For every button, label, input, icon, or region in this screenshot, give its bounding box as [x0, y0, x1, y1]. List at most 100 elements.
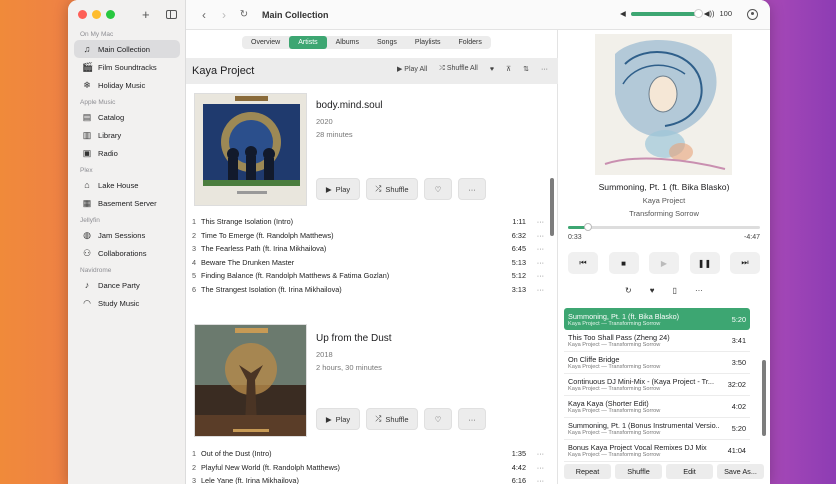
- track-row[interactable]: 2 Playful New World (ft. Randolph Matthew…: [192, 461, 544, 475]
- album-more-button[interactable]: ···: [458, 178, 486, 200]
- queue-item[interactable]: Continuous DJ Mini-Mix - (Kaya Project -…: [564, 374, 750, 396]
- album-play-button[interactable]: ▶ Play: [316, 408, 360, 430]
- sidebar-toggle-icon[interactable]: [166, 10, 177, 19]
- sidebar-item-lake-house[interactable]: ⌂ Lake House: [74, 176, 180, 194]
- now-playing-album[interactable]: Transforming Sorrow: [558, 209, 770, 218]
- more-options-icon[interactable]: ···: [541, 66, 548, 73]
- album-more-button[interactable]: ···: [458, 408, 486, 430]
- shuffle-all-button[interactable]: ⤮ Shuffle All: [439, 65, 478, 73]
- now-playing-artist[interactable]: Kaya Project: [558, 196, 770, 205]
- tab-albums[interactable]: Albums: [327, 36, 368, 49]
- track-duration: 1:11: [512, 217, 526, 227]
- speaker-loud-icon[interactable]: ◀)): [704, 9, 715, 18]
- album-title[interactable]: body.mind.soul: [316, 100, 383, 111]
- album-favorite-button[interactable]: ♡: [424, 408, 452, 430]
- queue-item-subtitle: Kaya Project — Transforming Sorrow: [568, 408, 661, 414]
- track-title: Lele Yane (ft. Irina Mikhailova): [201, 476, 299, 484]
- album-title[interactable]: Up from the Dust: [316, 333, 392, 344]
- more-options-icon[interactable]: ···: [526, 476, 544, 484]
- tab-songs[interactable]: Songs: [368, 36, 406, 49]
- more-options-icon[interactable]: ···: [526, 244, 544, 253]
- queue-item[interactable]: Bonus Kaya Project Vocal Remixes DJ Mix K…: [564, 440, 750, 462]
- minimize-window-button[interactable]: [92, 10, 101, 19]
- track-row[interactable]: 1 This Strange Isolation (Intro) 1:11 ···: [192, 215, 544, 229]
- track-row[interactable]: 1 Out of the Dust (Intro) 1:35 ···: [192, 447, 544, 461]
- track-row[interactable]: 6 The Strangest Isolation (ft. Irina Mikh…: [192, 283, 544, 297]
- more-options-icon[interactable]: ···: [526, 217, 544, 226]
- stop-button[interactable]: ■: [608, 252, 639, 274]
- account-icon[interactable]: [747, 9, 758, 20]
- sidebar-item-basement-server[interactable]: ▦ Basement Server: [74, 194, 180, 212]
- sidebar-item-dance-party[interactable]: ♪ Dance Party: [74, 276, 180, 294]
- queue-shuffle-button[interactable]: Shuffle: [615, 464, 662, 479]
- more-options-icon[interactable]: ···: [695, 286, 703, 295]
- tab-folders[interactable]: Folders: [450, 36, 491, 49]
- queue-edit-button[interactable]: Edit: [666, 464, 713, 479]
- queue-repeat-button[interactable]: Repeat: [564, 464, 611, 479]
- sidebar-item-jam-sessions[interactable]: ◍ Jam Sessions: [74, 226, 180, 244]
- next-track-button[interactable]: ⏭: [730, 252, 760, 274]
- album-shuffle-button[interactable]: ⤮ Shuffle: [366, 408, 418, 430]
- more-options-icon[interactable]: ···: [526, 449, 544, 458]
- sidebar-item-holiday-music[interactable]: ❄ Holiday Music: [74, 76, 180, 94]
- album-shuffle-button[interactable]: ⤮ Shuffle: [366, 178, 418, 200]
- album-cover-body-mind-soul[interactable]: [194, 93, 307, 206]
- volume-slider[interactable]: [630, 8, 703, 18]
- track-row[interactable]: 3 Lele Yane (ft. Irina Mikhailova) 6:16 ···: [192, 474, 544, 484]
- playback-progress-slider[interactable]: [568, 223, 760, 231]
- album-cover-up-from-the-dust[interactable]: [194, 324, 307, 437]
- sidebar-item-catalog[interactable]: ▤ Catalog: [74, 108, 180, 126]
- more-options-icon[interactable]: ···: [526, 285, 544, 294]
- sidebar-item-library[interactable]: ▥ Library: [74, 126, 180, 144]
- sidebar-item-label: Holiday Music: [98, 80, 146, 90]
- album-play-button[interactable]: ▶ Play: [316, 178, 360, 200]
- heart-icon[interactable]: ♥: [650, 286, 655, 295]
- remaining-time: -4:47: [744, 234, 760, 241]
- main-scrollbar[interactable]: [550, 178, 554, 236]
- tab-artists[interactable]: Artists: [289, 36, 327, 49]
- pause-button[interactable]: ❚❚: [689, 252, 720, 274]
- previous-track-button[interactable]: ⏮: [568, 252, 598, 274]
- more-options-icon[interactable]: ···: [526, 271, 544, 280]
- progress-knob[interactable]: [584, 223, 593, 231]
- track-row[interactable]: 4 Beware The Drunken Master 5:13 ···: [192, 256, 544, 270]
- queue-item[interactable]: On Cliffe Bridge Kaya Project — Transform…: [564, 352, 750, 374]
- mini-player-icon[interactable]: ▯: [673, 286, 677, 295]
- track-row[interactable]: 3 The Fearless Path (ft. Irina Mikhailova…: [192, 242, 544, 256]
- zoom-window-button[interactable]: [106, 10, 115, 19]
- queue-item[interactable]: Kaya Kaya (Shorter Edit) Kaya Project — T…: [564, 396, 750, 418]
- sidebar-item-film-soundtracks[interactable]: 🎬 Film Soundtracks: [74, 58, 180, 76]
- tab-playlists[interactable]: Playlists: [406, 36, 450, 49]
- queue-save-as-button[interactable]: Save As...: [717, 464, 764, 479]
- album-favorite-button[interactable]: ♡: [424, 178, 452, 200]
- track-row[interactable]: 2 Time To Emerge (ft. Randolph Matthews) 6…: [192, 229, 544, 243]
- sidebar-item-main-collection[interactable]: ♫ Main Collection: [74, 40, 180, 58]
- forward-button[interactable]: ›: [214, 8, 234, 22]
- queue-scrollbar[interactable]: [762, 360, 766, 436]
- more-options-icon[interactable]: ···: [526, 258, 544, 267]
- volume-knob[interactable]: [693, 8, 703, 18]
- queue-item[interactable]: This Too Shall Pass (Zheng 24) Kaya Proje…: [564, 330, 750, 352]
- track-row[interactable]: 5 Finding Balance (ft. Randolph Matthews …: [192, 269, 544, 283]
- track-number: 6: [192, 284, 197, 294]
- refresh-button[interactable]: ↻: [234, 9, 254, 20]
- back-button[interactable]: ‹: [194, 8, 214, 22]
- more-options-icon[interactable]: ···: [526, 463, 544, 472]
- play-all-button[interactable]: ▶ Play All: [397, 65, 427, 73]
- track-title: The Strangest Isolation (ft. Irina Mikha…: [201, 284, 342, 294]
- repeat-icon[interactable]: ↻: [625, 286, 632, 295]
- queue-item[interactable]: Summoning, Pt. 1 (ft. Bika Blasko) Kaya P…: [564, 308, 750, 330]
- sidebar-item-radio[interactable]: ▣ Radio: [74, 144, 180, 162]
- sidebar-item-collaborations[interactable]: ⚇ Collaborations: [74, 244, 180, 262]
- play-button[interactable]: ▶: [649, 252, 679, 274]
- queue-item[interactable]: Summoning, Pt. 1 (Bonus Instrumental Ver…: [564, 418, 750, 440]
- sort-icon[interactable]: ⇅: [523, 65, 529, 73]
- more-options-icon[interactable]: ···: [526, 231, 544, 240]
- close-window-button[interactable]: [78, 10, 87, 19]
- sidebar-item-study-music[interactable]: ◠ Study Music: [74, 294, 180, 312]
- add-library-button[interactable]: +: [142, 7, 150, 22]
- speaker-muted-icon[interactable]: ◀: [620, 9, 626, 18]
- pin-icon[interactable]: ⊼: [506, 65, 511, 73]
- tab-overview[interactable]: Overview: [242, 36, 289, 49]
- favorite-heart-icon[interactable]: ♥: [490, 66, 494, 73]
